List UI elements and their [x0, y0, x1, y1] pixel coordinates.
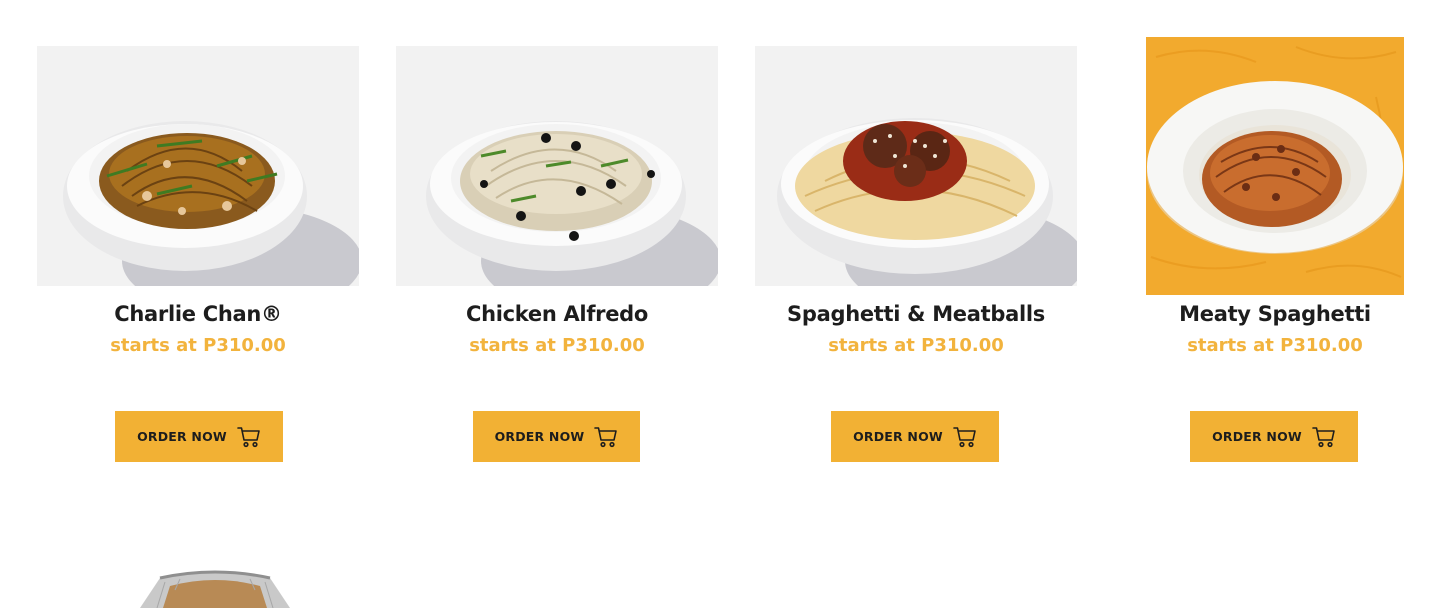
product-grid: Charlie Chan® starts at P310.00 ORDER NO…	[0, 0, 1429, 608]
order-now-label: ORDER NOW	[494, 429, 585, 444]
foil-tray-photo[interactable]	[135, 568, 295, 608]
product-name[interactable]: Charlie Chan®	[37, 302, 359, 326]
cart-icon	[237, 426, 261, 448]
product-name[interactable]: Spaghetti & Meatballs	[755, 302, 1077, 326]
order-now-label: ORDER NOW	[1212, 429, 1302, 444]
cart-icon	[1312, 426, 1336, 448]
order-now-label: ORDER NOW	[853, 429, 943, 444]
product-card: Meaty Spaghetti starts at P310.00 ORDER …	[1114, 0, 1429, 470]
order-now-button[interactable]: ORDER NOW	[1190, 411, 1358, 462]
order-now-label: ORDER NOW	[137, 429, 227, 444]
chicken-alfredo-pasta-photo[interactable]	[396, 46, 718, 286]
cart-icon	[953, 426, 977, 448]
product-card: Charlie Chan® starts at P310.00 ORDER NO…	[37, 0, 359, 470]
product-price: starts at P310.00	[469, 335, 645, 356]
charlie-chan-pasta-photo[interactable]	[37, 46, 359, 286]
product-price: starts at P310.00	[828, 335, 1004, 356]
order-now-button[interactable]: ORDER NOW	[473, 411, 640, 462]
meaty-spaghetti-photo[interactable]	[1146, 37, 1404, 295]
order-now-button[interactable]: ORDER NOW	[831, 411, 999, 462]
product-name[interactable]: Chicken Alfredo	[396, 302, 718, 326]
product-name[interactable]: Meaty Spaghetti	[1114, 302, 1429, 326]
product-price: starts at P310.00	[110, 335, 286, 356]
spaghetti-meatballs-photo[interactable]	[755, 46, 1077, 286]
cart-icon	[594, 426, 618, 448]
product-card: Chicken Alfredo starts at P310.00 ORDER …	[396, 0, 718, 470]
product-price: starts at P310.00	[1187, 335, 1363, 356]
product-card: Spaghetti & Meatballs starts at P310.00 …	[755, 0, 1077, 470]
order-now-button[interactable]: ORDER NOW	[115, 411, 283, 462]
